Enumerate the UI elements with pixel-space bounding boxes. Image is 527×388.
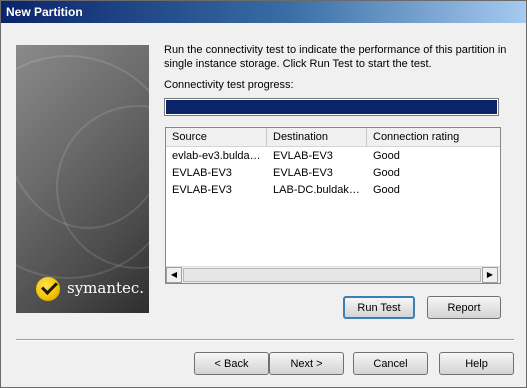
cell-source: evlab-ev3.bulda…: [172, 150, 261, 162]
cell-connection-rating: Good: [373, 184, 400, 196]
cell-connection-rating: Good: [373, 150, 400, 162]
arrow-left-icon[interactable]: ◀: [166, 267, 182, 283]
title-bar[interactable]: New Partition: [1, 1, 526, 23]
connectivity-progress-bar: [164, 98, 499, 116]
progress-fill: [166, 100, 497, 114]
column-header-destination[interactable]: Destination: [267, 128, 367, 146]
help-button[interactable]: Help: [439, 352, 514, 375]
cell-connection-rating: Good: [373, 167, 400, 179]
scrollbar-thumb[interactable]: [183, 268, 481, 282]
wizard-sidebar-banner: symantec.: [16, 45, 149, 313]
report-button[interactable]: Report: [427, 296, 501, 319]
table-row[interactable]: EVLAB-EV3 EVLAB-EV3 Good: [166, 165, 500, 182]
cell-source: EVLAB-EV3: [172, 184, 232, 196]
new-partition-dialog: New Partition symantec. Run the connecti…: [0, 0, 527, 388]
window-title: New Partition: [6, 5, 83, 19]
cell-destination: EVLAB-EV3: [273, 167, 333, 179]
table-row[interactable]: EVLAB-EV3 LAB-DC.buldak… Good: [166, 182, 500, 199]
back-button[interactable]: < Back: [194, 352, 269, 375]
column-header-source[interactable]: Source: [166, 128, 267, 146]
logo-text: symantec.: [67, 279, 145, 297]
symantec-logo-icon: [36, 277, 60, 301]
cell-destination: EVLAB-EV3: [273, 150, 333, 162]
progress-label: Connectivity test progress:: [164, 79, 294, 91]
footer-separator: [16, 339, 514, 341]
run-test-button[interactable]: Run Test: [343, 296, 415, 319]
next-button[interactable]: Next >: [269, 352, 344, 375]
horizontal-scrollbar[interactable]: ◀ ▶: [166, 266, 500, 283]
cell-source: EVLAB-EV3: [172, 167, 232, 179]
cancel-button[interactable]: Cancel: [353, 352, 428, 375]
list-header: Source Destination Connection rating: [166, 128, 500, 147]
column-header-connection-rating[interactable]: Connection rating: [367, 128, 500, 146]
cell-destination: LAB-DC.buldak…: [273, 184, 360, 196]
table-row[interactable]: evlab-ev3.bulda… EVLAB-EV3 Good: [166, 148, 500, 165]
connectivity-results-list[interactable]: Source Destination Connection rating evl…: [165, 127, 501, 284]
arrow-right-icon[interactable]: ▶: [482, 267, 498, 283]
symantec-logo: symantec.: [36, 277, 146, 301]
intro-text: Run the connectivity test to indicate th…: [164, 44, 507, 70]
